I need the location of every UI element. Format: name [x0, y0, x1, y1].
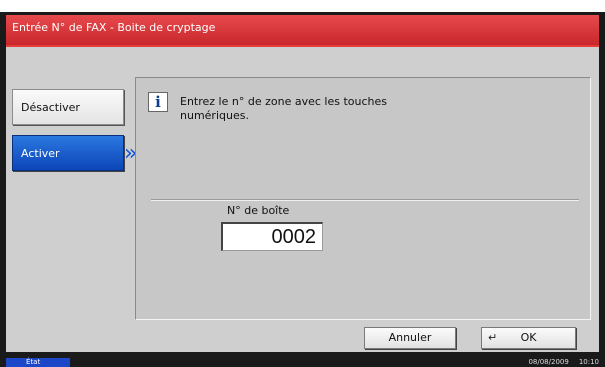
window-title: Entrée N° de FAX - Boite de cryptage — [6, 15, 599, 45]
deactivate-button[interactable]: Désactiver — [12, 89, 124, 125]
box-number-label: N° de boîte — [227, 204, 290, 217]
info-icon: i — [148, 92, 168, 112]
cancel-button[interactable]: Annuler — [364, 327, 456, 349]
enter-icon: ↵ — [488, 331, 498, 344]
divider-highlight — [151, 200, 579, 201]
status-tab[interactable]: État — [6, 358, 70, 367]
datetime: 08/08/2009 10:10 — [518, 357, 599, 367]
date-text: 08/08/2009 — [528, 358, 569, 366]
title-underline — [6, 45, 599, 47]
ok-button[interactable]: ↵ OK — [481, 327, 576, 349]
box-number-field[interactable]: 0002 — [221, 222, 323, 251]
time-text: 10:10 — [578, 358, 599, 366]
activate-button[interactable]: Activer — [12, 135, 124, 171]
ok-label: OK — [520, 331, 537, 344]
status-bar — [0, 357, 605, 367]
instruction-message: Entrez le n° de zone avec les touches nu… — [180, 95, 387, 122]
